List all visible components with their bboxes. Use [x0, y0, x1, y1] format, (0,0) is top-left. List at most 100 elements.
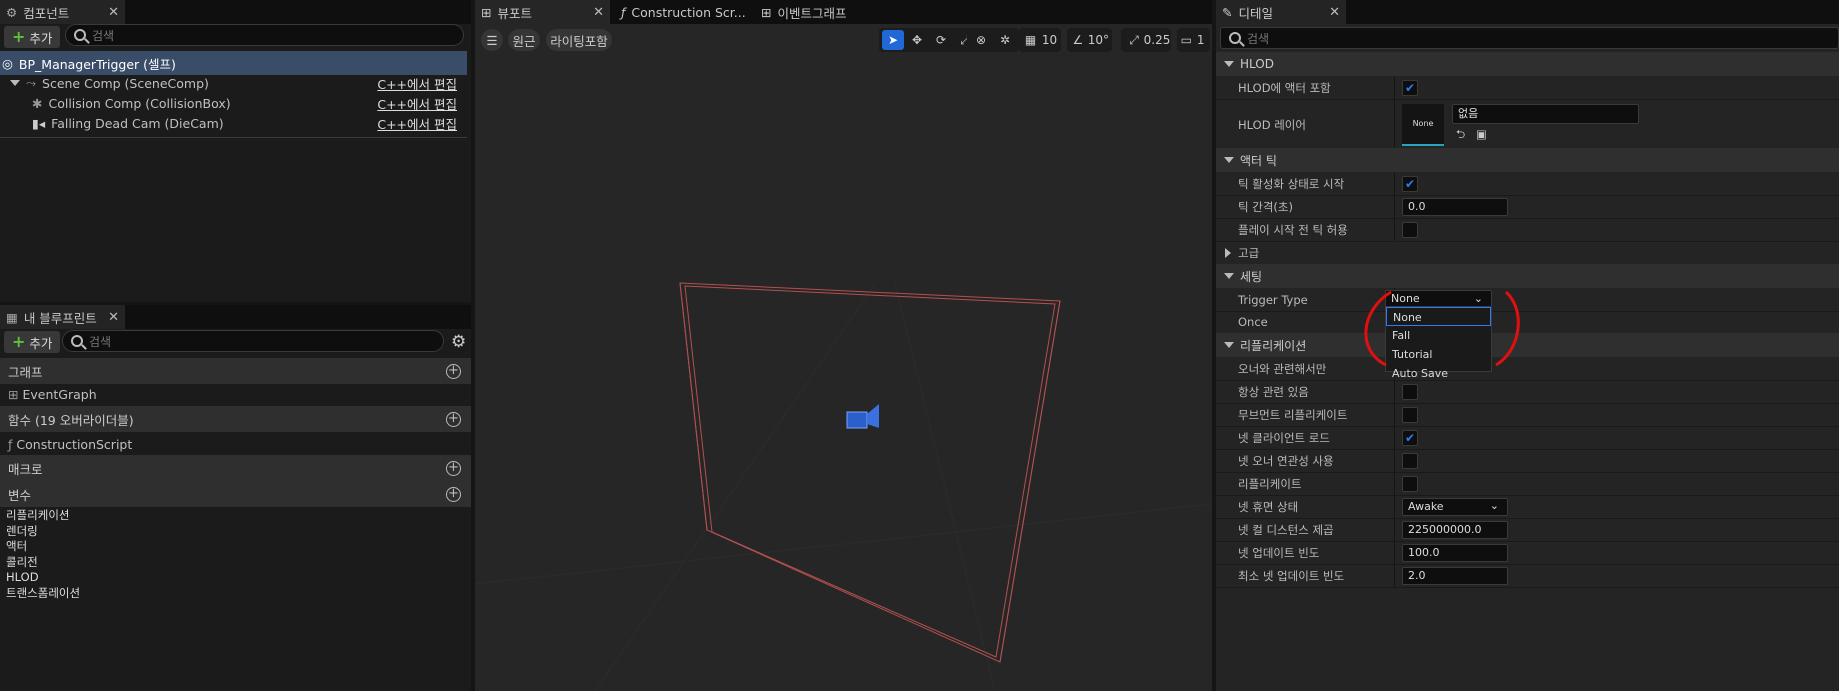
- edit-in-cpp-link[interactable]: C++에서 편집: [377, 74, 457, 93]
- component-name: Scene Comp (SceneComp): [42, 75, 209, 91]
- expand-arrow-icon: [1225, 248, 1231, 258]
- add-label: 추가: [29, 335, 53, 351]
- search-placeholder: 검색: [92, 28, 115, 43]
- hlod-layer-picker[interactable]: 없음: [1452, 104, 1639, 124]
- collapse-arrow-icon: [1224, 157, 1234, 163]
- section-graphs[interactable]: 그래프 +: [0, 358, 471, 384]
- function-icon: ƒ: [621, 4, 626, 20]
- tick-start-checkbox[interactable]: ✔: [1402, 176, 1418, 192]
- camera-icon: ▮◂: [32, 115, 46, 131]
- prop-replicates: 리플리케이트: [1216, 472, 1839, 496]
- category-item[interactable]: 리플리케이션: [6, 508, 80, 524]
- tab-label: 내 블루프린트: [23, 310, 97, 326]
- viewport-scene[interactable]: [475, 24, 1212, 691]
- tab-my-blueprint[interactable]: ▦ 내 블루프린트 ✕: [0, 305, 125, 329]
- close-icon[interactable]: ✕: [108, 5, 119, 20]
- prop-label: Once: [1238, 314, 1268, 329]
- graph-icon: ⊞: [761, 4, 772, 20]
- close-icon[interactable]: ✕: [593, 5, 604, 20]
- net-load-checkbox[interactable]: ✔: [1402, 430, 1418, 446]
- search-placeholder: 검색: [89, 334, 112, 349]
- gear-icon[interactable]: ⚙: [451, 332, 466, 352]
- tick-interval-input[interactable]: 0.0: [1402, 198, 1508, 216]
- component-name: Collision Comp (CollisionBox): [48, 95, 231, 111]
- prop-hlod-layer: HLOD 레이어 None 없음 ⮌ ▣: [1216, 100, 1839, 150]
- collision-icon: ✱: [32, 95, 43, 111]
- section-macros[interactable]: 매크로 +: [0, 455, 471, 481]
- prop-label: 틱 간격(초): [1238, 199, 1293, 214]
- prop-tick-before-play: 플레이 시작 전 틱 허용: [1216, 218, 1839, 242]
- prop-cull-distance: 넷 컬 디스턴스 제곱 225000000.0: [1216, 518, 1839, 542]
- tab-viewport[interactable]: ⊞ 뷰포트 ✕: [475, 0, 610, 24]
- viewport-icon: ⊞: [481, 4, 492, 20]
- add-label: 추가: [29, 30, 53, 46]
- section-label: 액터 틱: [1240, 153, 1277, 168]
- components-search-input[interactable]: 검색: [65, 24, 464, 46]
- section-variables[interactable]: 변수 +: [0, 481, 471, 507]
- category-item[interactable]: 트랜스폼레이션: [6, 586, 80, 602]
- tab-event-graph[interactable]: ⊞ 이벤트그래프: [755, 0, 890, 24]
- min-update-freq-input[interactable]: 2.0: [1402, 567, 1508, 585]
- section-hlod[interactable]: HLOD: [1216, 52, 1839, 76]
- blueprint-search-input[interactable]: 검색: [62, 330, 444, 352]
- search-icon: [74, 29, 86, 41]
- prop-label: 틱 활성화 상태로 시작: [1238, 176, 1345, 191]
- prop-label: 항상 관련 있음: [1238, 384, 1309, 399]
- tab-components[interactable]: ⚙ 컴포넌트 ✕: [0, 0, 125, 24]
- prop-advanced[interactable]: 고급: [1216, 241, 1839, 265]
- hlod-include-checkbox[interactable]: ✔: [1402, 80, 1418, 96]
- component-item[interactable]: ▮◂ Falling Dead Cam (DieCam) C++에서 편집: [0, 111, 467, 135]
- update-freq-input[interactable]: 100.0: [1402, 544, 1508, 562]
- browse-icon[interactable]: ▣: [1476, 127, 1487, 141]
- close-icon[interactable]: ✕: [108, 310, 119, 325]
- search-placeholder: 검색: [1247, 31, 1270, 46]
- section-actor-tick[interactable]: 액터 틱: [1216, 148, 1839, 172]
- add-circle-icon[interactable]: +: [446, 363, 461, 379]
- replicates-checkbox[interactable]: [1402, 476, 1418, 492]
- prop-label: 넷 클라이언트 로드: [1238, 430, 1330, 445]
- tick-before-checkbox[interactable]: [1402, 222, 1418, 238]
- category-item[interactable]: 콜리전: [6, 555, 80, 571]
- add-circle-icon[interactable]: +: [446, 460, 461, 476]
- components-icon: ⚙: [6, 4, 18, 20]
- add-component-button[interactable]: + 추가: [4, 26, 61, 48]
- collapse-arrow-icon: [1224, 342, 1234, 348]
- details-search-input[interactable]: 검색: [1220, 27, 1839, 49]
- movement-rep-checkbox[interactable]: [1402, 407, 1418, 423]
- close-icon[interactable]: ✕: [1329, 5, 1340, 20]
- tab-details[interactable]: ✎ 디테일 ✕: [1216, 0, 1346, 24]
- prop-label: 오너와 관련해서만: [1238, 361, 1327, 376]
- prop-dormancy: 넷 휴면 상태 Awake ⌄: [1216, 495, 1839, 519]
- prop-label: 무브먼트 리플리케이트: [1238, 407, 1348, 422]
- add-circle-icon[interactable]: +: [446, 411, 461, 427]
- item-label: EventGraph: [22, 386, 97, 402]
- edit-in-cpp-link[interactable]: C++에서 편집: [377, 114, 457, 133]
- plus-icon: +: [12, 332, 26, 351]
- asset-thumbnail[interactable]: None: [1402, 104, 1444, 146]
- tab-construction-script[interactable]: ƒ Construction Scr...: [615, 0, 750, 24]
- prop-update-freq: 넷 업데이트 빈도 100.0: [1216, 541, 1839, 565]
- add-circle-icon[interactable]: +: [446, 486, 461, 502]
- net-owner-checkbox[interactable]: [1402, 453, 1418, 469]
- cull-distance-input[interactable]: 225000000.0: [1402, 521, 1508, 539]
- dormancy-dropdown[interactable]: Awake ⌄: [1402, 498, 1508, 516]
- category-item[interactable]: 렌더링: [6, 524, 80, 540]
- section-functions[interactable]: 함수 (19 오버라이더블) +: [0, 406, 471, 432]
- prop-net-owner: 넷 오너 연관성 사용: [1216, 449, 1839, 473]
- collapse-arrow-icon[interactable]: [10, 80, 20, 86]
- camera-component-icon[interactable]: [846, 404, 879, 429]
- list-item[interactable]: ⊞ EventGraph: [0, 382, 97, 406]
- collapse-arrow-icon: [1224, 273, 1234, 279]
- prop-label: HLOD에 액터 포함: [1238, 80, 1331, 95]
- collision-box-outline: [679, 282, 1061, 663]
- list-item[interactable]: ƒ ConstructionScript: [0, 432, 132, 456]
- chevron-down-icon: ⌄: [1489, 499, 1499, 512]
- category-item[interactable]: HLOD: [6, 570, 80, 586]
- category-item[interactable]: 액터: [6, 539, 80, 555]
- thumbnail-label: None: [1412, 119, 1434, 128]
- prop-label: 넷 컬 디스턴스 제곱: [1238, 522, 1334, 537]
- use-selected-icon[interactable]: ⮌: [1456, 127, 1465, 146]
- add-blueprint-button[interactable]: + 추가: [4, 331, 61, 353]
- edit-in-cpp-link[interactable]: C++에서 편집: [377, 94, 457, 113]
- tab-label: 뷰포트: [497, 5, 532, 21]
